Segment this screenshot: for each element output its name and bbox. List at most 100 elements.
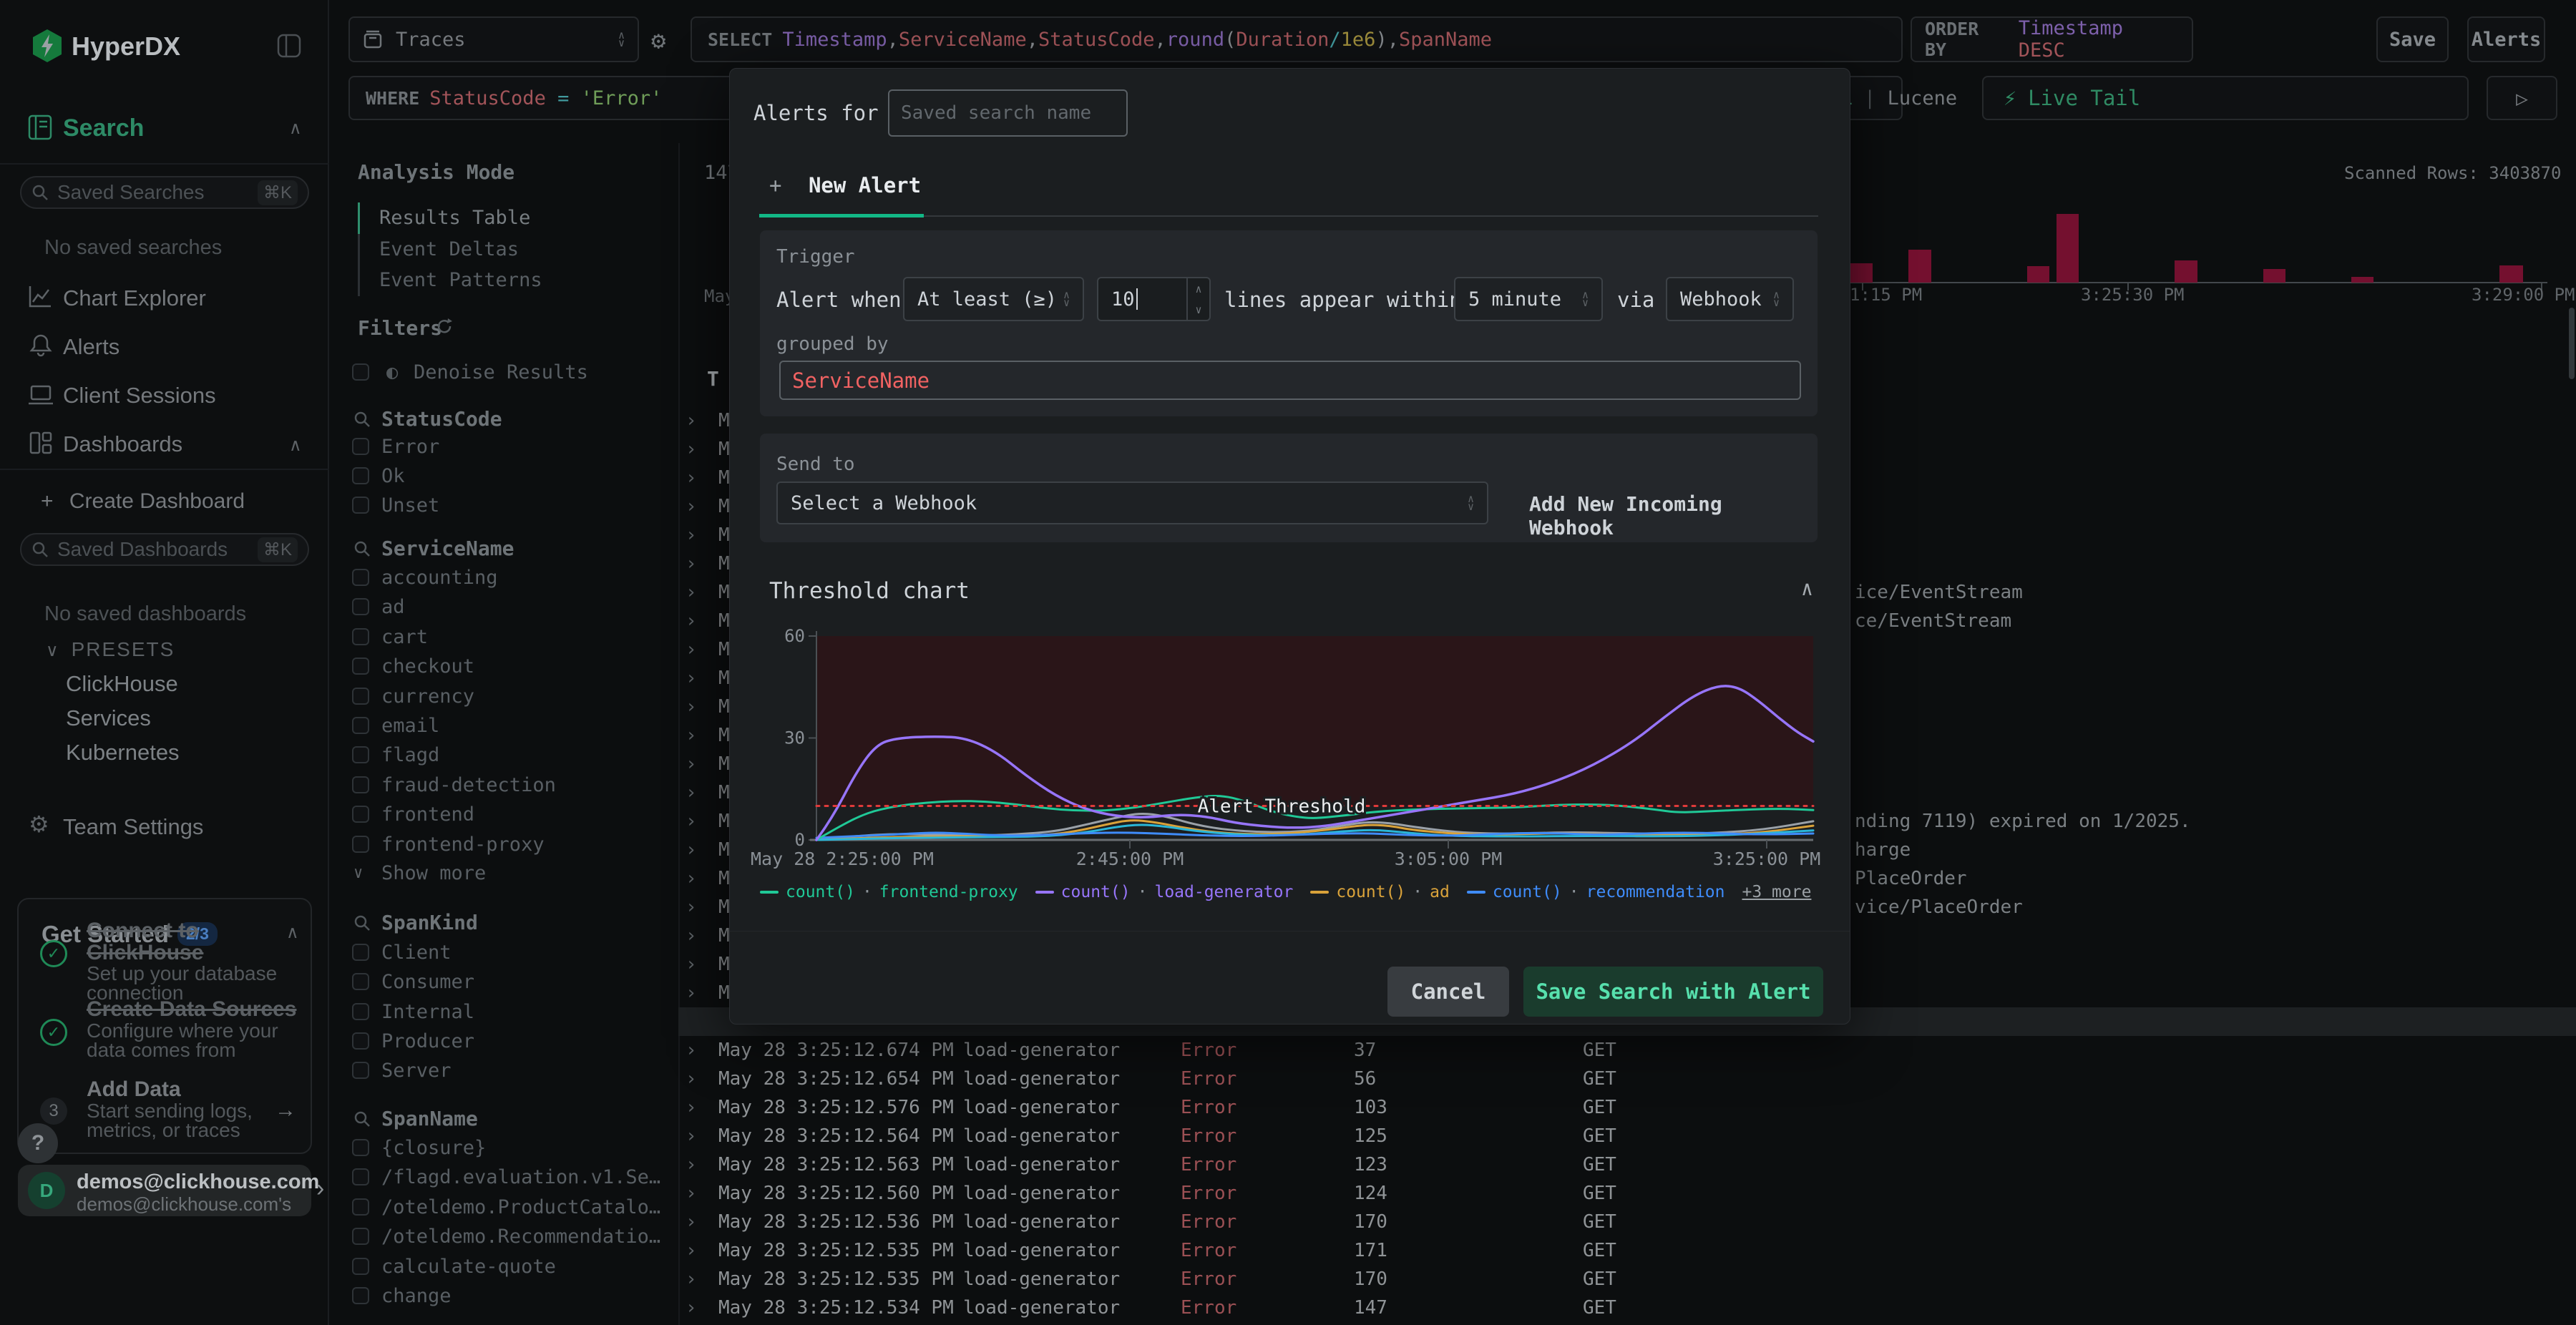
filter-checkbox[interactable]	[352, 497, 369, 514]
legend-item[interactable]: count() · frontend-proxy	[760, 883, 1018, 901]
filter-checkbox[interactable]	[352, 438, 369, 455]
sidebar-item-chart-explorer[interactable]: Chart Explorer	[63, 285, 206, 311]
filter-checkbox[interactable]	[352, 776, 369, 793]
table-row[interactable]: › M	[678, 549, 729, 578]
number-spinner[interactable]: ∧ ∨	[1186, 278, 1209, 320]
arrow-right-icon[interactable]: →	[275, 1098, 296, 1123]
filter-checkbox[interactable]	[352, 1257, 369, 1275]
filter-item[interactable]: ad	[329, 593, 678, 622]
filter-checkbox[interactable]	[352, 467, 369, 484]
table-row[interactable]: › M	[678, 836, 729, 864]
table-row[interactable]: › May 28 3:25:12.535 PM load-generator Erro…	[678, 1236, 2576, 1265]
chevron-right-icon[interactable]: ›	[686, 1179, 697, 1208]
chevron-right-icon[interactable]: ›	[686, 1208, 697, 1236]
table-row[interactable]: › M	[678, 750, 729, 778]
table-row[interactable]: › May 28 3:25:12.674 PM load-generator Erro…	[678, 1036, 2576, 1065]
table-row[interactable]: › M	[678, 578, 729, 607]
refresh-icon[interactable]	[435, 317, 454, 336]
order-by-input[interactable]: ORDER BY Timestamp DESC	[1911, 16, 2193, 62]
filter-item[interactable]: {closure}	[329, 1134, 678, 1163]
run-query-button[interactable]: ▷	[2487, 76, 2557, 120]
filter-checkbox[interactable]	[352, 1139, 369, 1156]
step-title[interactable]: Connect to ClickHouse	[87, 919, 203, 964]
chevron-right-icon[interactable]: ›	[686, 1036, 697, 1065]
filter-item[interactable]: accounting	[329, 564, 678, 592]
filter-item[interactable]: frontend-proxy	[329, 831, 678, 859]
sidebar-item-dashboards[interactable]: Dashboards	[63, 431, 182, 457]
filter-checkbox[interactable]	[352, 835, 369, 853]
table-row[interactable]: › M	[678, 635, 729, 664]
filter-item[interactable]: Unset	[329, 492, 678, 520]
filter-item[interactable]: Consumer	[329, 968, 678, 997]
table-row[interactable]: › M	[678, 406, 729, 435]
saved-searches-input[interactable]: Saved Searches ⌘K	[20, 176, 309, 209]
tab-new-alert[interactable]: + New Alert	[769, 173, 921, 197]
filter-checkbox[interactable]	[352, 1168, 369, 1186]
filter-checkbox[interactable]	[352, 657, 369, 675]
preset-services[interactable]: Services	[66, 705, 151, 731]
user-menu[interactable]: D demos@clickhouse.com demos@clickhouse.…	[18, 1165, 319, 1216]
add-webhook-button[interactable]: Add New Incoming Webhook	[1529, 492, 1818, 539]
legend-item[interactable]: count() · recommendation	[1466, 883, 1725, 901]
alerts-button[interactable]: Alerts	[2467, 16, 2545, 62]
preset-clickhouse[interactable]: ClickHouse	[66, 671, 178, 697]
filter-checkbox[interactable]	[352, 687, 369, 705]
chevron-right-icon[interactable]: ›	[686, 1093, 697, 1122]
chevron-right-icon[interactable]: ›	[686, 1265, 697, 1294]
filter-checkbox[interactable]	[352, 1228, 369, 1246]
filter-checkbox[interactable]	[352, 973, 369, 991]
filter-checkbox[interactable]	[352, 1287, 369, 1304]
filter-checkbox[interactable]	[352, 569, 369, 586]
create-dashboard-button[interactable]: + Create Dashboard	[41, 489, 245, 514]
table-row[interactable]: › May 28 3:25:12.536 PM load-generator Erro…	[678, 1208, 2576, 1236]
table-row[interactable]: › May 28 3:25:12.563 PM load-generator Erro…	[678, 1150, 2576, 1179]
table-row[interactable]: › M	[678, 807, 729, 836]
filter-item[interactable]: /oteldemo.Recommendatio…	[329, 1223, 678, 1251]
denoise-results-row[interactable]: ◐ Denoise Results	[329, 358, 678, 387]
webhook-select[interactable]: Select a Webhook ∧ ∨	[776, 481, 1488, 524]
window-select[interactable]: 5 minute ∧ ∨	[1454, 277, 1603, 321]
table-row[interactable]: › M	[678, 693, 729, 721]
preset-kubernetes[interactable]: Kubernetes	[66, 740, 180, 766]
chevron-right-icon[interactable]: ›	[686, 1236, 697, 1265]
cancel-button[interactable]: Cancel	[1387, 967, 1509, 1017]
source-select[interactable]: Traces ∧ ∨	[348, 16, 639, 62]
filter-item[interactable]: change	[329, 1282, 678, 1311]
saved-dashboards-input[interactable]: Saved Dashboards ⌘K	[20, 533, 309, 566]
filter-item[interactable]: Server	[329, 1057, 678, 1085]
chevron-right-icon[interactable]: ›	[686, 1294, 697, 1322]
filter-item[interactable]: Client	[329, 939, 678, 967]
chevron-up-icon[interactable]: ∧	[289, 118, 302, 139]
table-row[interactable]: › May 28 3:25:12.534 PM load-generator Erro…	[678, 1294, 2576, 1322]
channel-select[interactable]: Webhook ∧ ∨	[1666, 277, 1794, 321]
show-more-button[interactable]: ∨ Show more	[329, 859, 678, 888]
filter-item[interactable]: checkout	[329, 652, 678, 681]
table-row[interactable]: › M	[678, 864, 729, 893]
analysis-tab-event-patterns[interactable]: Event Patterns	[329, 265, 678, 296]
table-row[interactable]: › May 28 3:25:12.576 PM load-generator Erro…	[678, 1093, 2576, 1122]
denoise-checkbox[interactable]	[352, 363, 369, 381]
table-row[interactable]: › May 28 3:25:12.564 PM load-generator Erro…	[678, 1122, 2576, 1150]
chevron-up-icon[interactable]: ∧	[289, 435, 302, 456]
table-row[interactable]: › M	[678, 921, 729, 950]
filter-checkbox[interactable]	[352, 1032, 369, 1050]
table-row[interactable]: › M	[678, 778, 729, 807]
table-row[interactable]: › M	[678, 607, 729, 635]
chevron-right-icon[interactable]: ›	[686, 1065, 697, 1093]
filter-checkbox[interactable]	[352, 627, 369, 645]
filter-checkbox[interactable]	[352, 746, 369, 764]
chevron-right-icon[interactable]: ›	[686, 1122, 697, 1150]
filter-item[interactable]: email	[329, 712, 678, 740]
filter-checkbox[interactable]	[352, 1198, 369, 1216]
filter-checkbox[interactable]	[352, 1062, 369, 1080]
chevron-up-icon[interactable]: ∧	[286, 922, 299, 943]
filter-item[interactable]: frontend	[329, 801, 678, 829]
sidebar-section-search[interactable]: Search	[63, 114, 144, 142]
table-row[interactable]: › M	[678, 950, 729, 979]
table-row[interactable]: › M	[678, 664, 729, 693]
filter-checkbox[interactable]	[352, 717, 369, 734]
table-row[interactable]: › M	[678, 979, 729, 1007]
filter-checkbox[interactable]	[352, 598, 369, 616]
scrollbar[interactable]	[2569, 308, 2575, 379]
gear-icon[interactable]: ⚙	[651, 26, 665, 55]
